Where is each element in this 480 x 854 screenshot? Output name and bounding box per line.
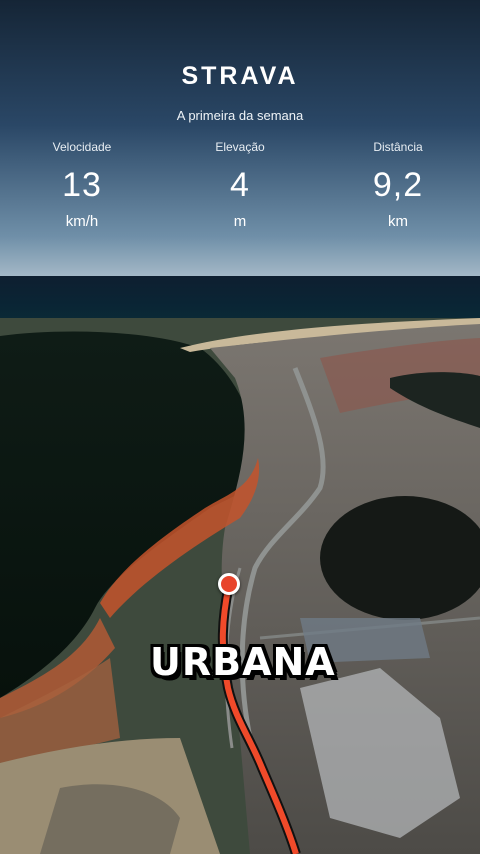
stat-label: Velocidade (52, 140, 112, 154)
stat-unit: km (388, 213, 408, 230)
route-position-marker (218, 573, 240, 595)
caption-tag: URBANA (150, 640, 336, 684)
stat-value: 13 (62, 166, 102, 204)
stat-label: Distância (373, 140, 423, 154)
strava-logo: STRAVA (181, 62, 299, 90)
stat-speed: Velocidade 13 km/h (2, 140, 162, 230)
sky-background (0, 0, 480, 278)
stat-distance: Distância 9,2 km (318, 140, 478, 230)
satellite-map (0, 318, 480, 854)
stat-unit: m (233, 213, 247, 230)
stat-value: 4 (230, 166, 250, 204)
stat-label: Elevação (215, 140, 265, 154)
stat-unit: km/h (65, 213, 99, 230)
stat-value: 9,2 (372, 166, 424, 204)
stat-elevation: Elevação 4 m (160, 140, 320, 230)
activity-title: A primeira da semana (176, 108, 304, 123)
